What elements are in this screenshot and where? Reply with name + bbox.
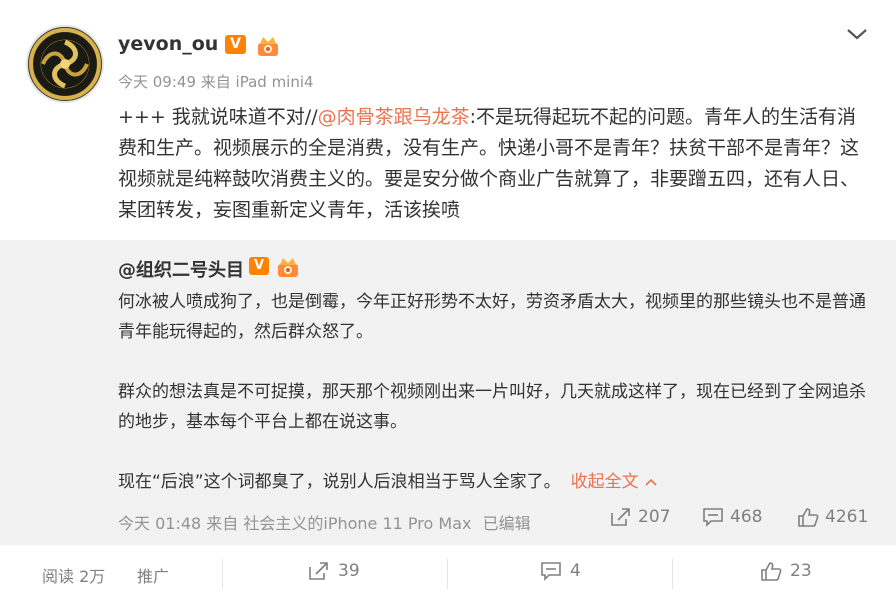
post-username[interactable]: yevon_ou xyxy=(118,33,218,55)
divider xyxy=(447,559,448,589)
comment-button[interactable]: 4 xyxy=(540,561,581,581)
repost-count: 39 xyxy=(338,561,360,581)
comment-icon xyxy=(541,562,561,581)
verified-v-icon: V xyxy=(249,257,269,275)
repost-content: 何冰被人喷成狗了，也是倒霉，今年正好形势不太好，劳资矛盾太大，视频里的那些镜头也… xyxy=(118,287,868,497)
verified-v-icon: V xyxy=(225,35,246,54)
mention-link[interactable]: @肉骨茶跟乌龙茶 xyxy=(318,106,470,128)
repost-icon xyxy=(309,562,328,580)
post-content: +++ 我就说味道不对//@肉骨茶跟乌龙茶:不是玩得起玩不起的问题。青年人的生活… xyxy=(118,102,863,226)
repost-count: 207 xyxy=(638,507,671,527)
repost-repost-button[interactable]: 207 xyxy=(610,507,670,527)
collapse-label: 收起全文 xyxy=(570,472,639,492)
chevron-up-icon xyxy=(645,478,657,486)
post-action-bar: 阅读 2万 推广 39 4 23 xyxy=(0,545,896,602)
read-count: 阅读 2万 xyxy=(42,567,106,586)
repost-icon xyxy=(611,508,630,526)
post-source: 来自 iPad mini4 xyxy=(200,73,314,91)
divider xyxy=(672,559,673,589)
promote-button[interactable]: 推广 xyxy=(137,563,169,587)
edited-label[interactable]: 已编辑 xyxy=(483,514,531,533)
repost-username[interactable]: @组织二号头目 xyxy=(118,256,244,282)
repost-meta: 今天 01:48 来自 社会主义的iPhone 11 Pro Max 已编辑 xyxy=(118,510,531,534)
repost-comment-button[interactable]: 468 xyxy=(702,507,762,527)
repost-button[interactable]: 39 xyxy=(308,561,360,581)
like-button[interactable]: 23 xyxy=(760,561,812,581)
content-prefix: +++ 我就说味道不对// xyxy=(118,106,318,128)
like-count: 23 xyxy=(790,561,812,581)
comment-icon xyxy=(703,508,723,527)
like-count: 4261 xyxy=(825,507,869,527)
divider xyxy=(222,559,223,589)
comment-count: 4 xyxy=(570,561,581,581)
post-meta: 今天 09:49 来自 iPad mini4 xyxy=(118,71,314,92)
repost-like-button[interactable]: 4261 xyxy=(797,507,868,527)
repost-paragraph-text: 现在“后浪”这个词都臭了，说别人后浪相当于骂人全家了。 xyxy=(118,472,561,492)
repost-paragraph: 何冰被人喷成狗了，也是倒霉，今年正好形势不太好，劳资矛盾太大，视频里的那些镜头也… xyxy=(118,292,866,342)
repost-paragraph-last: 现在“后浪”这个词都臭了，说别人后浪相当于骂人全家了。 收起全文 xyxy=(118,467,868,497)
like-icon xyxy=(761,562,782,581)
collapse-full-text-link[interactable]: 收起全文 xyxy=(571,472,657,492)
crown-badge-icon xyxy=(258,37,278,56)
repost-source: 来自 社会主义的iPhone 11 Pro Max xyxy=(206,514,472,533)
weibo-post: yevon_ou V 今天 09:49 来自 iPad mini4 +++ 我就… xyxy=(0,0,896,240)
like-icon xyxy=(798,508,819,527)
reposted-weibo: @组织二号头目 V 何冰被人喷成狗了，也是倒霉，今年正好形势不太好，劳资矛盾太大… xyxy=(0,240,896,545)
chevron-down-icon[interactable] xyxy=(846,27,868,41)
post-timestamp[interactable]: 今天 09:49 xyxy=(118,73,196,91)
avatar[interactable] xyxy=(26,25,104,103)
repost-timestamp[interactable]: 今天 01:48 xyxy=(118,514,201,533)
comment-count: 468 xyxy=(730,507,763,527)
crown-badge-icon xyxy=(278,258,298,277)
repost-paragraph: 群众的想法真是不可捉摸，那天那个视频刚出来一片叫好，几天就成这样了，现在已经到了… xyxy=(118,382,866,432)
